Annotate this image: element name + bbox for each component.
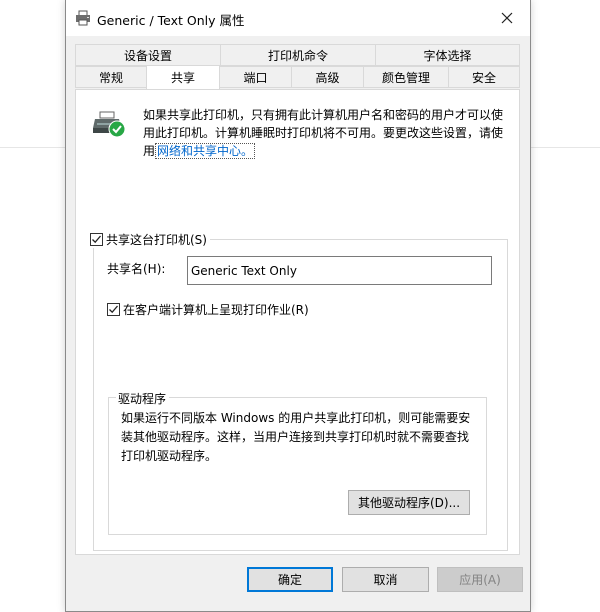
share-name-label: 共享名(H): — [107, 262, 166, 276]
additional-drivers-button[interactable]: 其他驱动程序(D)... — [348, 490, 470, 515]
tab-color-management[interactable]: 颜色管理 — [363, 66, 449, 88]
share-name-input[interactable]: Generic Text Only — [187, 256, 492, 285]
sharing-panel: 如果共享此打印机，只有拥有此计算机用户名和密码的用户才可以使用此打印机。计算机睡… — [75, 89, 520, 555]
drivers-legend: 驱动程序 — [116, 390, 170, 407]
tab-printer-commands[interactable]: 打印机命令 — [220, 44, 376, 66]
tab-security[interactable]: 安全 — [448, 66, 520, 88]
checkmark-icon — [109, 305, 118, 314]
share-printer-check-box[interactable] — [90, 233, 103, 246]
window-title: Generic / Text Only 属性 — [97, 13, 245, 28]
checkmark-icon — [92, 235, 101, 244]
share-printer-checkbox[interactable]: 共享这台打印机(S) — [90, 231, 210, 248]
drivers-description: 如果运行不同版本 Windows 的用户共享此打印机，则可能需要安装其他驱动程序… — [121, 411, 471, 463]
tab-sharing[interactable]: 共享 — [146, 65, 220, 89]
tab-ports[interactable]: 端口 — [219, 66, 292, 88]
tab-device-settings[interactable]: 设备设置 — [75, 44, 221, 66]
printer-icon — [76, 10, 90, 26]
tab-general[interactable]: 常规 — [75, 66, 147, 88]
share-printer-label: 共享这台打印机(S) — [106, 233, 207, 247]
close-button[interactable] — [484, 0, 530, 36]
title-bar: Generic / Text Only 属性 — [66, 0, 530, 36]
tab-advanced[interactable]: 高级 — [291, 66, 364, 88]
sharing-info-text: 如果共享此打印机，只有拥有此计算机用户名和密码的用户才可以使用此打印机。计算机睡… — [143, 106, 509, 160]
cancel-button[interactable]: 取消 — [342, 567, 429, 592]
apply-button[interactable]: 应用(A) — [437, 567, 523, 592]
render-client-check-box[interactable] — [107, 303, 120, 316]
close-icon — [501, 12, 513, 24]
network-sharing-center-link[interactable]: 网络和共享中心。 — [155, 143, 256, 159]
tab-font-selection[interactable]: 字体选择 — [375, 44, 520, 66]
ok-button[interactable]: 确定 — [247, 567, 333, 592]
printer-properties-dialog: Generic / Text Only 属性 设备设置 打印机命令 字体选择 常… — [65, 0, 531, 612]
render-client-checkbox[interactable]: 在客户端计算机上呈现打印作业(R) — [107, 301, 312, 318]
shared-printer-icon — [93, 111, 126, 138]
render-client-label: 在客户端计算机上呈现打印作业(R) — [123, 303, 309, 317]
